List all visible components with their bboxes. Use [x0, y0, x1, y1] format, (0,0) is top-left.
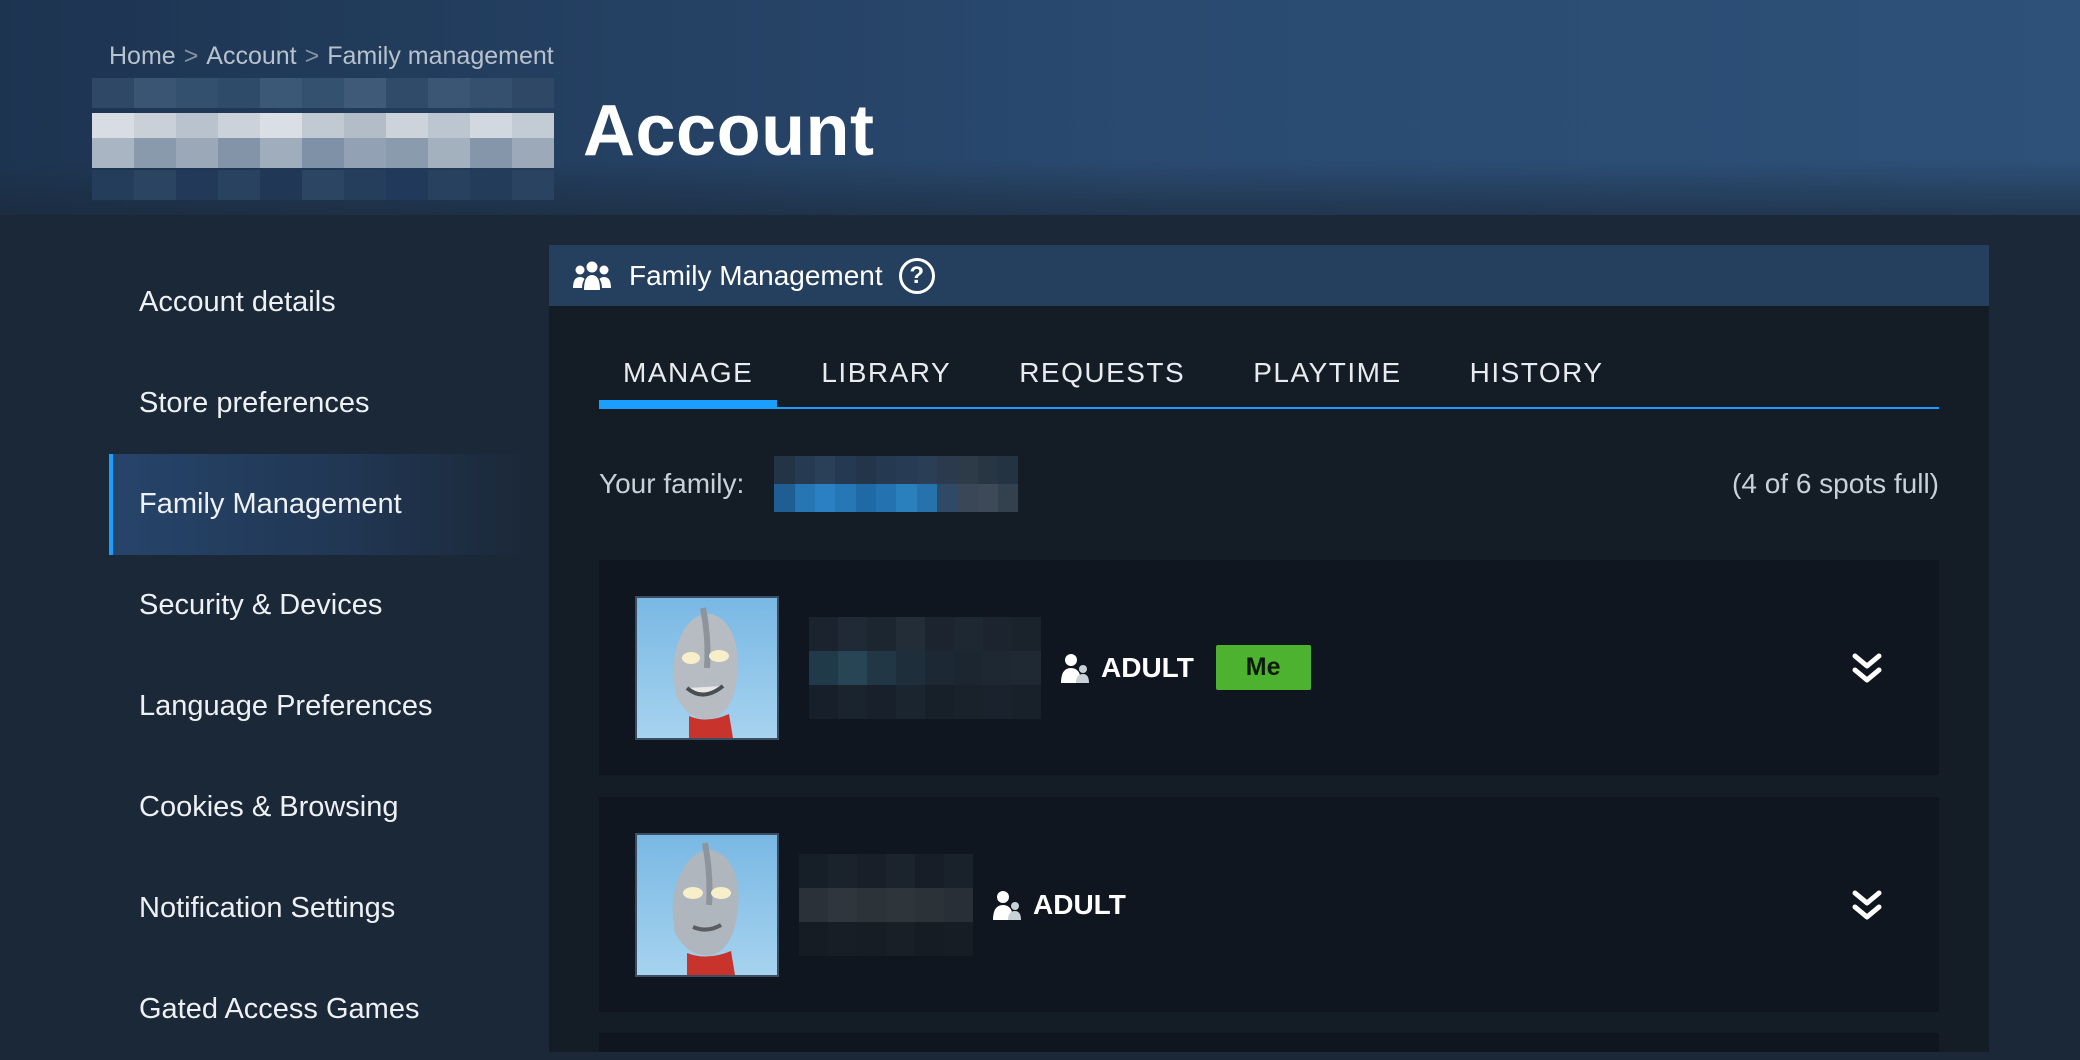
family-tabs: MANAGE LIBRARY REQUESTS PLAYTIME HISTORY [599, 345, 1939, 409]
breadcrumb-home[interactable]: Home [109, 42, 176, 70]
adult-user-icon [1061, 653, 1089, 683]
redacted-family-name [774, 456, 1019, 512]
panel-title: Family Management [629, 259, 883, 291]
member-role: ADULT [1061, 652, 1194, 684]
member-avatar[interactable] [635, 832, 779, 977]
member-avatar[interactable] [635, 595, 779, 740]
help-icon[interactable]: ? [898, 257, 935, 294]
family-member-row[interactable] [599, 1033, 1939, 1052]
breadcrumb-family-management[interactable]: Family management [327, 42, 553, 70]
member-role-label: ADULT [1033, 888, 1126, 920]
family-summary: Your family: (4 of 6 spots full) [599, 456, 1939, 512]
sidebar-item-security-devices[interactable]: Security & Devices [109, 555, 529, 656]
redacted-member-name [799, 853, 973, 956]
sidebar-item-store-preferences[interactable]: Store preferences [109, 353, 529, 454]
member-role: ADULT [993, 889, 1126, 921]
family-icon [573, 261, 611, 290]
family-label: Your family: [599, 468, 745, 499]
tab-requests[interactable]: REQUESTS [995, 345, 1209, 401]
page-title: Account [583, 91, 875, 171]
spots-count: (4 of 6 spots full) [1732, 468, 1939, 499]
me-badge: Me [1215, 645, 1311, 690]
sidebar-item-cookies-browsing[interactable]: Cookies & Browsing [109, 757, 529, 858]
sidebar: Account details Store preferences Family… [109, 252, 529, 1060]
tab-manage[interactable]: MANAGE [599, 345, 778, 407]
ultraman-avatar-icon [672, 841, 739, 975]
breadcrumb-account[interactable]: Account [206, 42, 296, 70]
breadcrumb-separator: > [183, 42, 199, 70]
family-member-row[interactable]: ADULT Me [599, 560, 1939, 775]
breadcrumb-separator: > [304, 42, 320, 70]
family-management-panel: Family Management ? MANAGE LIBRARY REQUE… [549, 245, 1989, 1052]
chevron-double-down-icon[interactable] [1849, 650, 1885, 686]
sidebar-item-gated-access-games[interactable]: Gated Access Games [109, 959, 529, 1060]
ultraman-avatar-icon [673, 606, 738, 738]
family-member-row[interactable]: ADULT [599, 797, 1939, 1012]
breadcrumb: Home > Account > Family management [109, 42, 554, 71]
adult-user-icon [993, 890, 1021, 920]
sidebar-item-account-details[interactable]: Account details [109, 252, 529, 353]
tab-playtime[interactable]: PLAYTIME [1229, 345, 1425, 401]
chevron-double-down-icon[interactable] [1849, 887, 1885, 923]
redacted-username [92, 78, 570, 200]
sidebar-item-language-preferences[interactable]: Language Preferences [109, 656, 529, 757]
sidebar-item-family-management[interactable]: Family Management [109, 454, 529, 555]
tab-history[interactable]: HISTORY [1446, 345, 1628, 401]
panel-header: Family Management ? [549, 245, 1989, 306]
member-role-label: ADULT [1101, 651, 1194, 683]
sidebar-item-notification-settings[interactable]: Notification Settings [109, 858, 529, 959]
redacted-member-name [809, 616, 1041, 719]
tab-library[interactable]: LIBRARY [797, 345, 975, 401]
